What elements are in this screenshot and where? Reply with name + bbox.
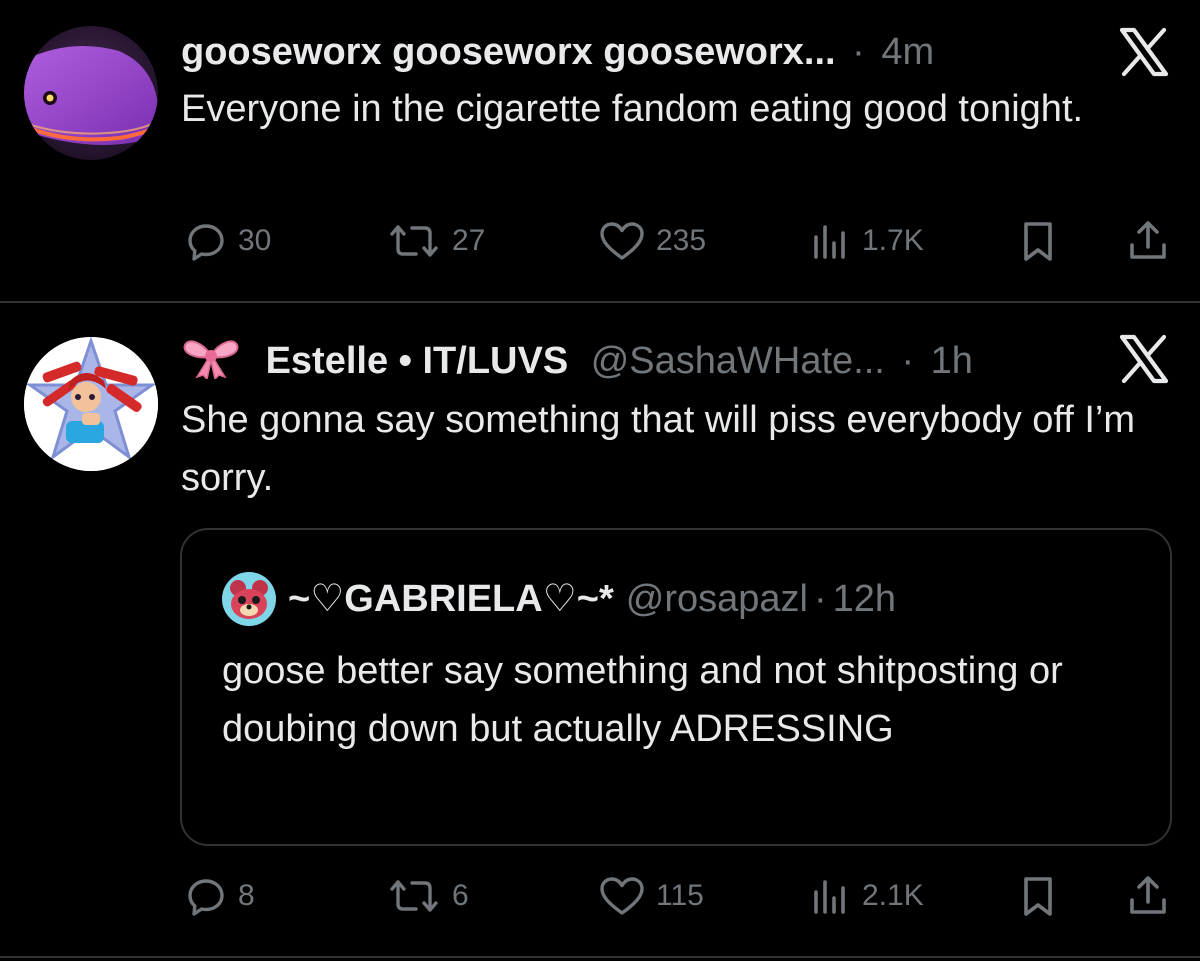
tweet-text: Everyone in the cigarette fandom eating … [181,88,1084,130]
reply-count: 8 [238,879,255,912]
reply-icon [184,874,238,918]
repost-count: 27 [452,224,486,257]
quote-avatar[interactable] [222,572,276,626]
tweet[interactable]: gooseworx gooseworx gooseworx... · 4m Ev… [0,0,1200,302]
avatar[interactable] [24,26,158,160]
x-logo-icon [1116,331,1172,387]
view-count: 2.1K [862,879,924,912]
quote-display-name[interactable]: ~♡GABRIELA♡~* [288,576,614,622]
bookmark-button[interactable] [1018,871,1068,921]
reply-icon [184,219,238,263]
quote-handle[interactable]: @rosapazl [626,576,808,622]
views-button[interactable]: 2.1K [808,871,924,921]
views-icon [808,219,862,263]
timestamp[interactable]: 1h [931,340,973,382]
tweet-header: 🎀 Estelle • IT/LUVS @SashaWHate... · 1h [181,335,973,389]
avatar[interactable] [24,337,158,471]
reply-button[interactable]: 8 [184,871,255,921]
tweet-divider [0,956,1200,958]
repost-button[interactable]: 6 [386,871,469,921]
repost-button[interactable]: 27 [386,216,485,266]
tweet[interactable]: 🎀 Estelle • IT/LUVS @SashaWHate... · 1h … [0,303,1200,961]
reply-count: 30 [238,224,272,257]
timestamp[interactable]: 4m [881,31,934,73]
like-count: 115 [656,879,704,912]
heart-icon [598,874,656,918]
separator-dot: · [852,31,865,73]
reply-button[interactable]: 30 [184,216,271,266]
bookmark-icon [1018,874,1068,918]
tweet-actions: 30 27 235 1.7K [0,216,1200,266]
quote-header: ~♡GABRIELA♡~* @rosapazl · 12h [222,572,896,626]
display-name[interactable]: Estelle • IT/LUVS [266,340,569,382]
share-icon [1126,874,1180,918]
handle[interactable]: @SashaWHate... [591,340,885,382]
quote-text: goose better say something and not shitp… [222,650,1063,750]
bookmark-button[interactable] [1018,216,1068,266]
quoted-tweet[interactable]: ~♡GABRIELA♡~* @rosapazl · 12h goose bett… [180,528,1172,846]
like-count: 235 [656,224,707,257]
repost-count: 6 [452,879,469,912]
tweet-actions: 8 6 115 2.1K [0,871,1200,921]
tweet-header: gooseworx gooseworx gooseworx... · 4m [181,30,934,74]
views-button[interactable]: 1.7K [808,216,924,266]
quote-timestamp[interactable]: 12h [833,576,896,622]
separator-dot: · [813,578,827,620]
ribbon-icon [181,335,241,389]
bookmark-icon [1018,219,1068,263]
repost-icon [386,874,452,918]
like-button[interactable]: 235 [598,216,706,266]
heart-icon [598,219,656,263]
views-icon [808,874,862,918]
share-button[interactable] [1126,871,1180,921]
x-logo-icon [1116,24,1172,80]
display-name[interactable]: gooseworx gooseworx gooseworx... [181,31,836,73]
tweet-text: She gonna say something that will piss e… [181,399,1136,499]
repost-icon [386,219,452,263]
view-count: 1.7K [862,224,924,257]
separator-dot: · [901,340,915,382]
share-button[interactable] [1126,216,1180,266]
share-icon [1126,219,1180,263]
like-button[interactable]: 115 [598,871,704,921]
